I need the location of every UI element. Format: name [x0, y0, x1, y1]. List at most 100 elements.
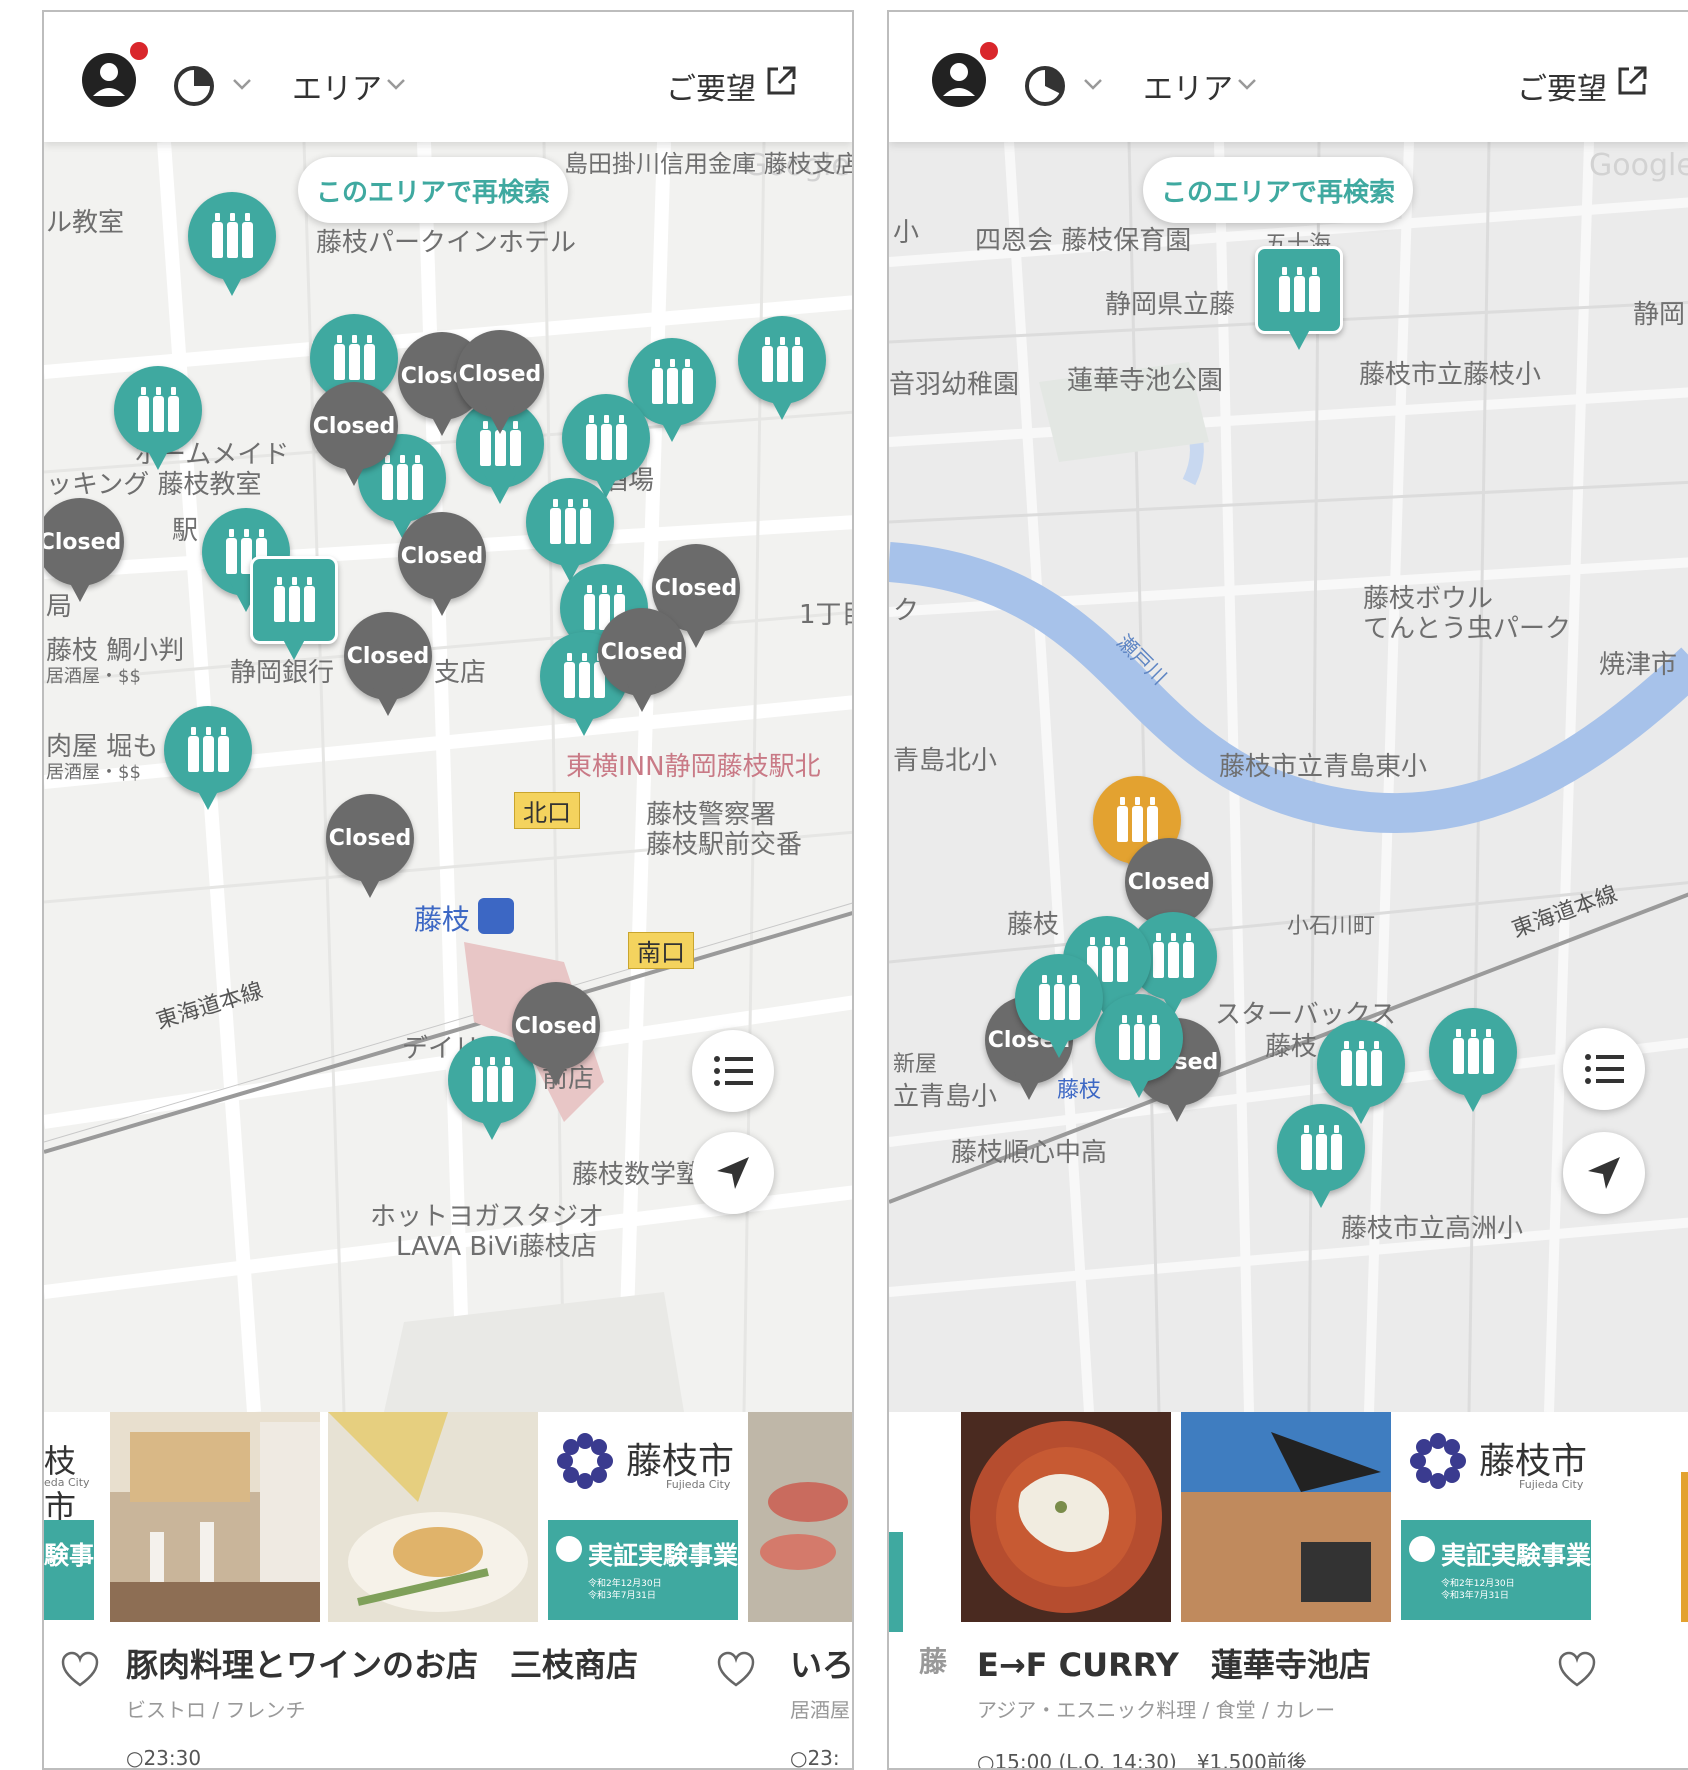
map-label: 四恩会 藤枝保育園: [975, 226, 1192, 256]
map-label: LAVA BiVi藤枝店: [396, 1232, 597, 1262]
locate-arrow-icon: [1588, 1157, 1620, 1189]
map-view[interactable]: このエリアで再検索 Google 小 四恩会 藤枝保育園 五十海 静岡県立藤 静…: [889, 142, 1688, 1412]
restaurant-name[interactable]: E→F CURRY 蓮華寺池店: [977, 1640, 1371, 1686]
research-area-button[interactable]: このエリアで再検索: [1143, 157, 1413, 223]
map-label: 東横INN静岡藤枝駅北: [566, 752, 821, 782]
selected-restaurant-pin[interactable]: [250, 556, 338, 664]
closed-restaurant-pin[interactable]: Closed: [326, 794, 414, 902]
closed-restaurant-pin[interactable]: Closed: [44, 498, 124, 606]
map-label: 藤枝市立藤枝小: [1359, 360, 1542, 390]
map-label: 音羽幼稚園: [889, 370, 1020, 400]
map-label: ク: [893, 596, 920, 626]
map-label: 藤枝市立高洲小: [1341, 1214, 1524, 1244]
chevron-down-icon[interactable]: [1081, 72, 1105, 96]
list-view-button[interactable]: [1563, 1028, 1645, 1110]
area-selector[interactable]: エリア: [292, 64, 382, 108]
map-label: 藤枝: [1007, 910, 1060, 940]
map-label: 駅: [172, 516, 199, 546]
promo-banner-partial: 枝市 eda City 験事: [44, 1412, 94, 1622]
map-view[interactable]: このエリアで再検索 Google 藤枝パークインホテル 島田掛川信用金庫 藤枝支…: [44, 142, 852, 1412]
restaurant-category: アジア・エスニック料理 / 食堂 / カレー: [977, 1698, 1336, 1722]
map-label: 藤枝数学塾: [572, 1160, 703, 1190]
list-view-button[interactable]: [692, 1030, 774, 1112]
restaurant-pin[interactable]: [188, 192, 276, 300]
map-label: 静岡: [1633, 300, 1686, 330]
restaurant-pin[interactable]: [1429, 1008, 1517, 1116]
list-icon: [714, 1056, 753, 1086]
restaurant-photo-curry[interactable]: [961, 1412, 1171, 1622]
map-label: 静岡県立藤: [1105, 290, 1236, 320]
closed-restaurant-pin[interactable]: Closed: [310, 382, 398, 490]
heart-icon: [1558, 1651, 1596, 1687]
notification-dot: [980, 42, 998, 60]
next-restaurant-name[interactable]: いろ: [790, 1640, 852, 1686]
train-station-icon: [478, 898, 514, 934]
area-selector[interactable]: エリア: [1143, 64, 1233, 108]
request-link[interactable]: ご要望: [1517, 64, 1607, 108]
previous-card-edge: [889, 1532, 903, 1632]
restaurant-photo-exterior[interactable]: [1181, 1412, 1391, 1622]
restaurant-pin[interactable]: [1277, 1104, 1365, 1212]
closed-restaurant-pin[interactable]: Closed: [398, 512, 486, 620]
map-label: 小石川町: [1287, 914, 1376, 939]
restaurant-pin[interactable]: [1015, 954, 1103, 1062]
north-exit-label: 北口: [514, 792, 580, 829]
map-label: 蓮華寺池公園: [1067, 366, 1224, 396]
map-label: 藤枝市立青島東小: [1219, 752, 1428, 782]
map-label: 焼津市: [1599, 650, 1678, 680]
map-label: 藤枝: [1265, 1032, 1318, 1062]
restaurant-card-carousel[interactable]: 枝市 eda City 験事 藤枝市 Fujieda City 実証実験事業 令…: [44, 1412, 852, 1768]
time-filter-icon[interactable]: [172, 64, 216, 108]
south-exit-label: 南口: [628, 932, 694, 969]
favorite-button[interactable]: [716, 1650, 756, 1690]
chevron-down-icon[interactable]: [384, 72, 408, 96]
phone-screen-left: エリア ご要望 このエリアで再検索 Google 藤枝パークインホテル 島田掛川…: [42, 10, 854, 1770]
restaurant-photo-food[interactable]: [328, 1412, 538, 1622]
station-label: 藤枝: [414, 903, 471, 936]
map-label: 藤枝順心中高: [951, 1138, 1108, 1168]
next-restaurant-category: 居酒屋: [790, 1698, 850, 1722]
next-card-edge: [1681, 1472, 1688, 1622]
favorite-button[interactable]: [1557, 1650, 1597, 1690]
closed-restaurant-pin[interactable]: Closed: [344, 612, 432, 720]
restaurant-pin[interactable]: [114, 366, 202, 474]
restaurant-name[interactable]: 豚肉料理とワインのお店 三枝商店: [126, 1640, 638, 1686]
research-area-button[interactable]: このエリアで再検索: [298, 157, 568, 223]
previous-card-partial: 藤: [919, 1645, 948, 1678]
restaurant-pin[interactable]: [1095, 994, 1183, 1102]
app-header: エリア ご要望: [44, 12, 852, 142]
map-label: 小: [893, 218, 920, 248]
locate-arrow-icon: [717, 1157, 749, 1189]
request-link[interactable]: ご要望: [666, 64, 756, 108]
next-card-photo[interactable]: [748, 1412, 852, 1622]
current-location-button[interactable]: [692, 1132, 774, 1214]
chevron-down-icon[interactable]: [1235, 72, 1259, 96]
map-label: 居酒屋・$$: [46, 666, 141, 687]
map-label: 新屋: [893, 1052, 938, 1077]
closed-restaurant-pin[interactable]: Closed: [512, 982, 600, 1090]
restaurant-category: ビストロ / フレンチ: [126, 1698, 306, 1722]
map-label: 立青島小: [893, 1082, 998, 1112]
fujieda-city-promo: 藤枝市 Fujieda City 実証実験事業 令和2年12月30日 令和3年7月…: [548, 1412, 738, 1622]
favorite-button[interactable]: [60, 1650, 100, 1690]
closed-restaurant-pin[interactable]: Closed: [598, 608, 686, 716]
heart-icon: [61, 1651, 99, 1687]
restaurant-pin[interactable]: [738, 316, 826, 424]
map-label: ル教室: [46, 208, 125, 238]
external-link-icon[interactable]: [1615, 64, 1649, 98]
restaurant-card-carousel[interactable]: 藤 藤枝市 Fujieda City 実証実験事業 令和2年12月30日 令和3年…: [889, 1412, 1688, 1768]
city-logo-icon: [1410, 1433, 1466, 1489]
fujieda-city-promo: 藤枝市 Fujieda City 実証実験事業 令和2年12月30日 令和3年7月…: [1401, 1412, 1591, 1622]
map-label: 藤枝駅前交番: [646, 830, 803, 860]
current-location-button[interactable]: [1563, 1132, 1645, 1214]
selected-restaurant-pin[interactable]: [1255, 246, 1343, 354]
time-filter-icon[interactable]: [1023, 64, 1067, 108]
app-header: エリア ご要望: [889, 12, 1688, 142]
list-icon: [1585, 1054, 1624, 1084]
map-label: 島田掛川信用金庫 藤枝支店: [564, 150, 852, 178]
chevron-down-icon[interactable]: [230, 72, 254, 96]
closed-restaurant-pin[interactable]: Closed: [456, 330, 544, 438]
external-link-icon[interactable]: [764, 64, 798, 98]
restaurant-photo-interior[interactable]: [110, 1412, 320, 1622]
restaurant-pin[interactable]: [164, 706, 252, 814]
